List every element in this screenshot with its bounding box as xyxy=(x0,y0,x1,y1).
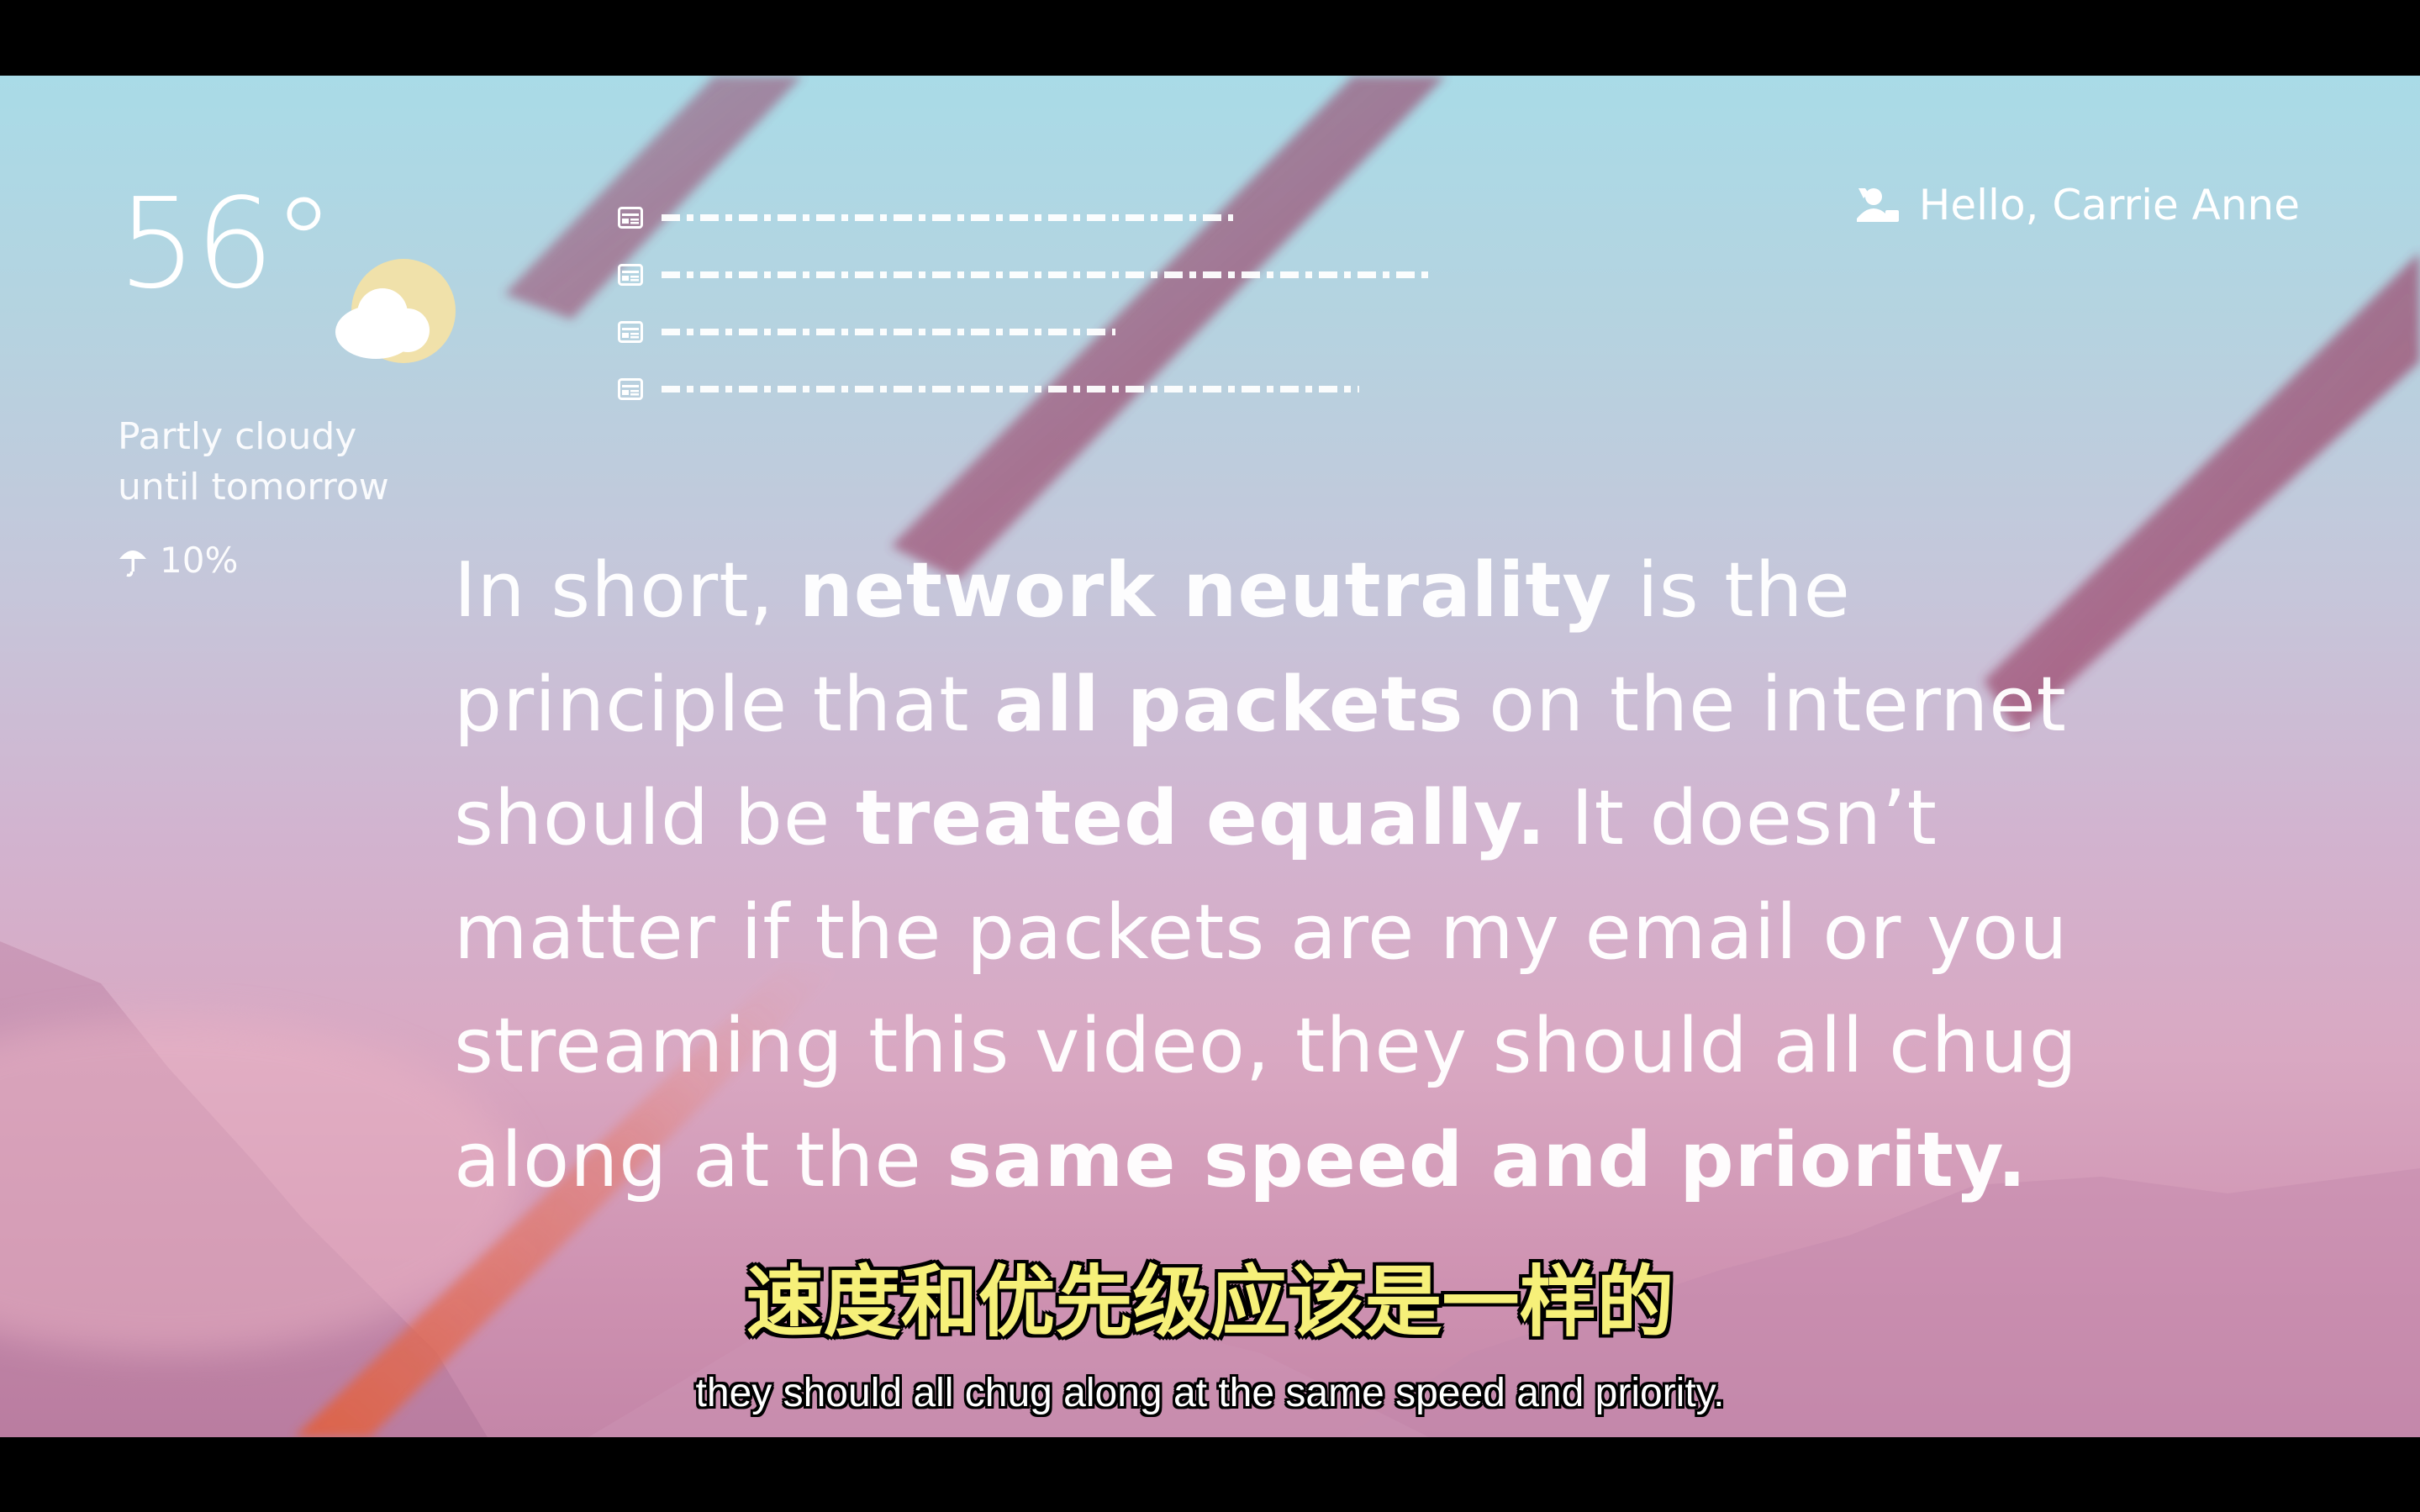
user-greeting[interactable]: Hello, Carrie Anne xyxy=(1853,181,2300,229)
temperature: 56° xyxy=(118,171,335,316)
precipitation-chance: 10% xyxy=(118,540,238,581)
condition-line: Partly cloudy xyxy=(118,415,357,458)
subtitle-english: they should all chug along at the same s… xyxy=(695,1371,1725,1415)
statement-line: should be treated equally. It doesn’t xyxy=(454,761,2185,876)
statement-line: along at the same speed and priority. xyxy=(454,1104,2185,1218)
redacted-headline xyxy=(662,329,1115,335)
statement-text: should be xyxy=(454,774,856,862)
news-list xyxy=(618,189,1458,418)
news-icon xyxy=(618,207,643,229)
news-item[interactable] xyxy=(618,246,1458,303)
news-icon xyxy=(618,321,643,343)
news-item[interactable] xyxy=(618,303,1458,361)
redacted-headline xyxy=(662,214,1233,221)
statement-text: principle that xyxy=(454,660,995,749)
statement-text: It doesn’t xyxy=(1546,774,1938,862)
news-icon xyxy=(618,378,643,400)
news-icon xyxy=(618,264,643,286)
statement-text: on the internet xyxy=(1463,660,2067,749)
statement-emphasis: same speed and priority. xyxy=(946,1115,2027,1204)
statement-line: principle that all packets on the intern… xyxy=(454,648,2185,762)
video-player: 56° Partly cloudy until tomorrow 10% Hel… xyxy=(0,0,2420,1512)
weather-condition: Partly cloudy until tomorrow xyxy=(118,412,420,513)
weather-widget[interactable]: 56° xyxy=(118,171,335,316)
subtitle-chinese: 速度和优先级应该是一样的 xyxy=(746,1257,1674,1347)
news-item[interactable] xyxy=(618,189,1458,246)
statement-text: along at the xyxy=(454,1115,947,1204)
statement-emphasis: network neutrality xyxy=(799,546,1613,635)
precipitation-value: 10% xyxy=(160,540,239,581)
redacted-headline xyxy=(662,386,1359,392)
statement-line: In short, network neutrality is the xyxy=(454,534,2185,648)
statement-text: is the xyxy=(1612,546,1851,635)
condition-line: until tomorrow xyxy=(118,466,389,508)
greeting-text: Hello, Carrie Anne xyxy=(1918,181,2300,229)
statement-line: streaming this video, they should all ch… xyxy=(454,1002,2078,1090)
statement-text: In short, xyxy=(454,546,799,635)
statement-emphasis: all packets xyxy=(994,660,1464,749)
video-frame: 56° Partly cloudy until tomorrow 10% Hel… xyxy=(0,76,2420,1437)
partly-cloudy-icon xyxy=(335,259,456,363)
news-item[interactable] xyxy=(618,361,1458,418)
statement-emphasis: treated equally. xyxy=(855,774,1547,862)
user-icon xyxy=(1856,188,1899,222)
statement-line: matter if the packets are my email or yo… xyxy=(454,888,2069,977)
network-neutrality-statement: In short, network neutrality is the prin… xyxy=(454,534,2185,1217)
umbrella-icon xyxy=(119,550,146,577)
redacted-headline xyxy=(662,271,1435,278)
